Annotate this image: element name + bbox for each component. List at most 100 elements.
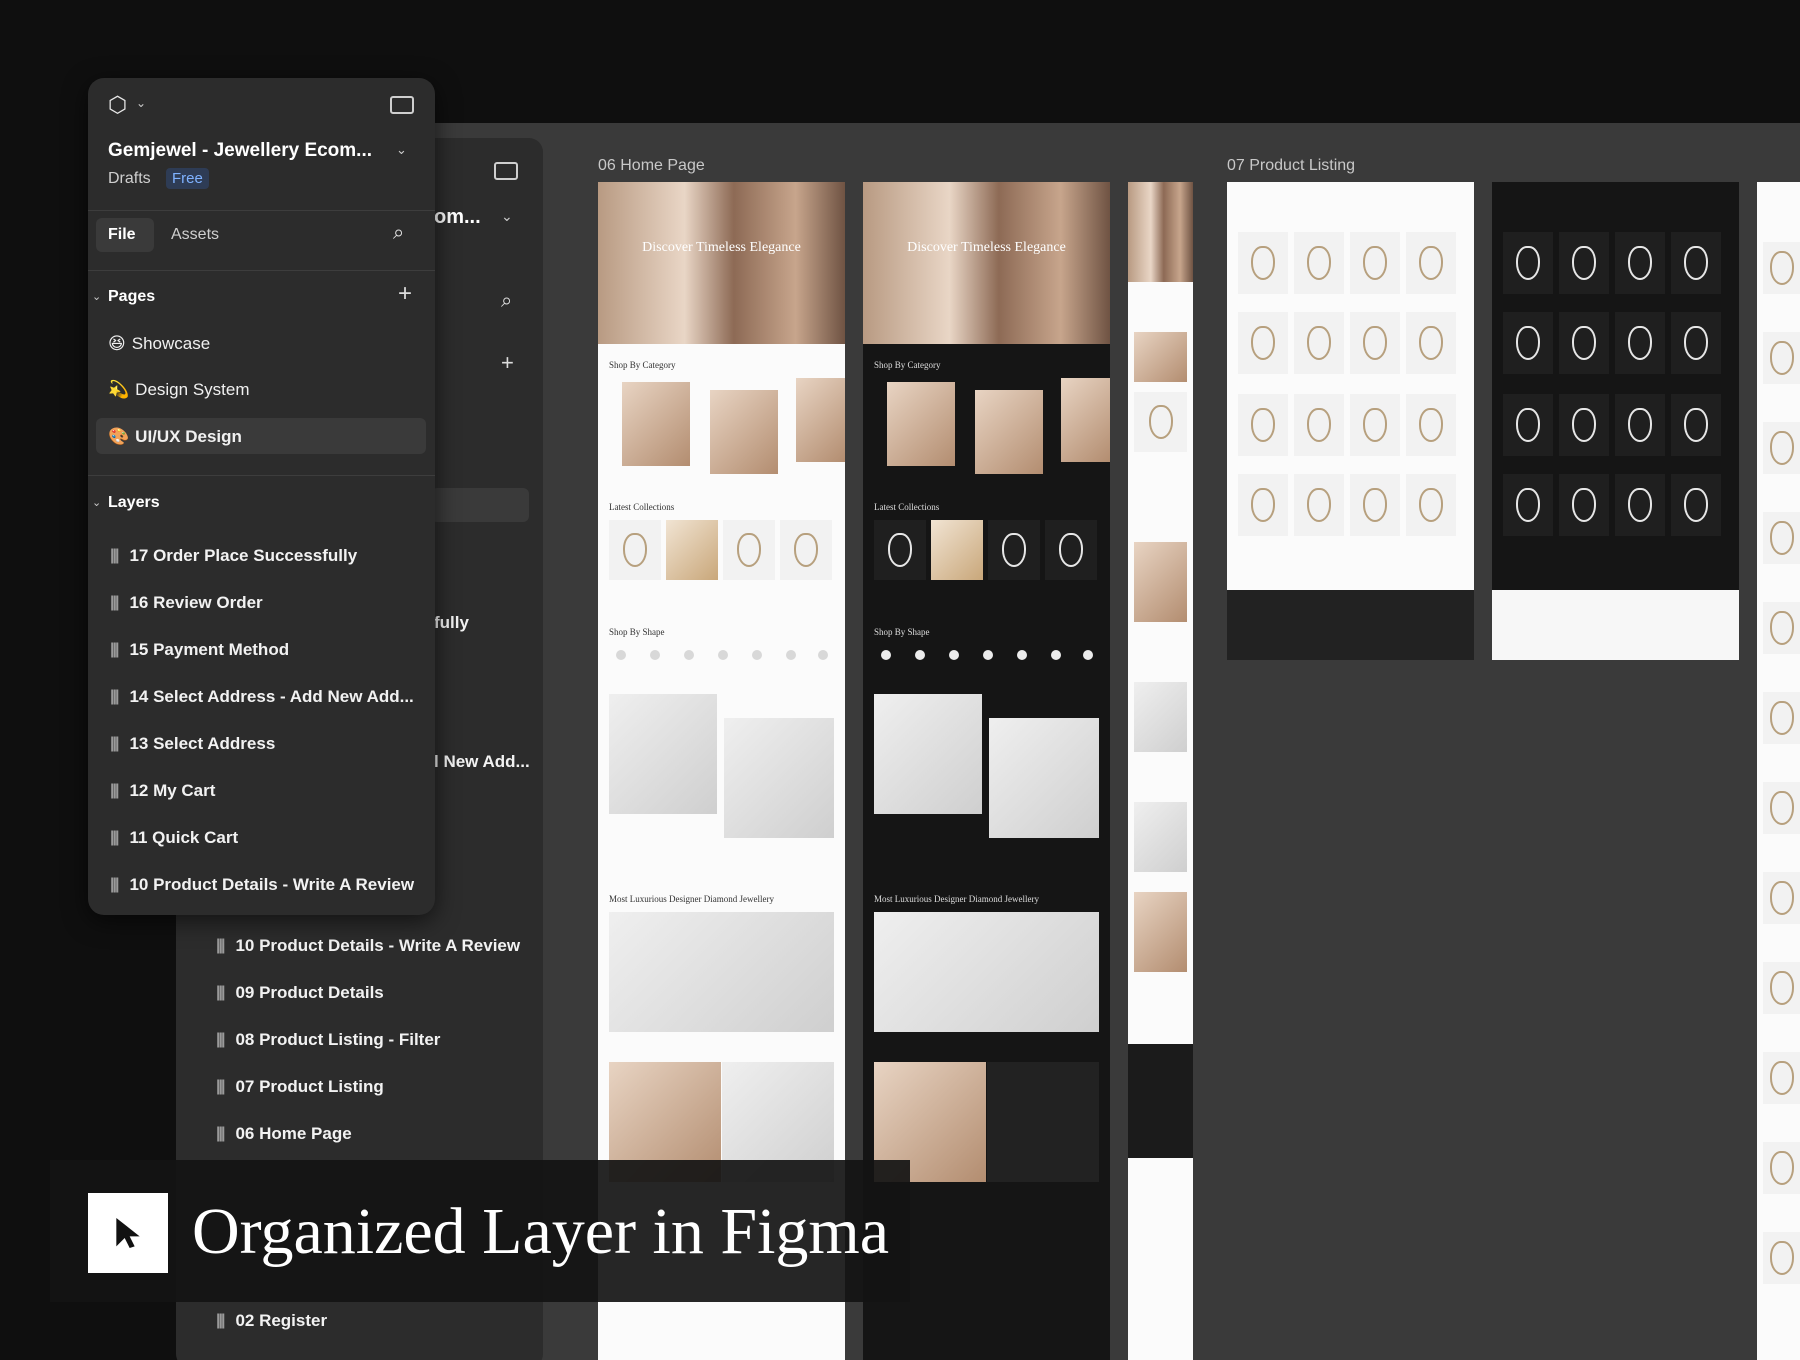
frame-label-home[interactable]: 06 Home Page — [598, 157, 705, 175]
frame-icon: ||| — [110, 876, 120, 893]
frame-icon: ||| — [110, 688, 120, 705]
add-page-icon[interactable]: + — [398, 280, 412, 308]
section-title: Shop By Category — [874, 360, 941, 370]
section-title: Shop By Category — [609, 360, 676, 370]
cursor-arrow-icon — [88, 1193, 168, 1273]
frame-product-listing-dark[interactable] — [1492, 182, 1739, 660]
promo-image — [987, 1062, 1099, 1182]
add-page-icon[interactable]: + — [501, 350, 514, 376]
section-title: Most Luxurious Designer Diamond Jeweller… — [609, 894, 774, 904]
designer-image — [609, 912, 834, 1032]
chevron-down-icon[interactable]: ⌄ — [501, 208, 513, 225]
layer-item[interactable]: ||| 07 Product Listing — [216, 1077, 384, 1097]
frame-icon: ||| — [216, 1125, 226, 1142]
tab-file[interactable]: File — [108, 226, 136, 244]
sidebar-toggle-icon[interactable] — [494, 162, 518, 180]
pages-heading: Pages — [108, 288, 156, 305]
promo-image — [724, 718, 834, 838]
promo-image — [1134, 682, 1187, 752]
plan-badge: Free — [166, 168, 209, 189]
product-card — [780, 520, 832, 580]
product-card — [609, 520, 661, 580]
section-title: Shop By Shape — [609, 627, 665, 637]
footer — [1227, 590, 1474, 660]
layers-heading: Layers — [108, 494, 160, 511]
page-item-design-system[interactable]: 💫 Design System — [108, 380, 250, 400]
section-title: Latest Collections — [609, 502, 675, 512]
promo-image — [1134, 892, 1187, 972]
layer-item[interactable]: ||| 17 Order Place Successfully — [110, 546, 357, 566]
designer-image — [874, 912, 1099, 1032]
figma-logo-icon[interactable]: ⬡ — [108, 92, 127, 118]
hero-image — [598, 182, 845, 344]
category-image — [1134, 332, 1187, 382]
page-item-ui-ux-design[interactable]: 🎨 UI/UX Design — [108, 427, 242, 447]
section-title: Most Luxurious Designer Diamond Jeweller… — [874, 894, 1039, 904]
footer — [1492, 590, 1739, 660]
product-card — [1134, 392, 1187, 452]
product-card — [931, 520, 983, 580]
layer-item[interactable]: ||| 12 My Cart — [110, 781, 215, 801]
frame-icon: ||| — [216, 1312, 226, 1329]
promo-image — [609, 694, 717, 814]
layer-item[interactable]: ||| 02 Register — [216, 1311, 327, 1331]
frame-icon: ||| — [110, 735, 120, 752]
frame-icon: ||| — [110, 782, 120, 799]
layer-item[interactable]: ||| 10 Product Details - Write A Review — [110, 875, 414, 895]
frame-icon: ||| — [216, 1078, 226, 1095]
frame-label-product-listing[interactable]: 07 Product Listing — [1227, 157, 1355, 175]
product-card — [723, 520, 775, 580]
frame-icon: ||| — [110, 829, 120, 846]
file-title-fragment: om... — [434, 206, 481, 228]
frame-icon: ||| — [216, 937, 226, 954]
layer-item[interactable]: ||| 14 Select Address - Add New Add... — [110, 687, 414, 707]
hero-image — [863, 182, 1110, 344]
section-title: Shop By Shape — [874, 627, 930, 637]
frame-icon: ||| — [110, 547, 120, 564]
page-emoji: 💫 — [108, 380, 130, 399]
page-emoji: 😆 — [108, 334, 126, 353]
frame-home-mobile[interactable] — [1128, 182, 1193, 1360]
layer-item[interactable]: ||| 06 Home Page — [216, 1124, 352, 1144]
search-icon[interactable]: ⌕ — [501, 290, 512, 313]
category-image — [887, 382, 955, 466]
frame-icon: ||| — [110, 641, 120, 658]
layer-fragment: fully — [434, 613, 469, 632]
promo-image — [1134, 802, 1187, 872]
caption-text: Organized Layer in Figma — [192, 1195, 890, 1268]
frame-product-listing-light[interactable] — [1227, 182, 1474, 660]
layer-item[interactable]: ||| 16 Review Order — [110, 593, 263, 613]
file-location[interactable]: Drafts — [108, 170, 151, 188]
mobile-benefits-band — [1128, 1044, 1193, 1158]
page-item-showcase[interactable]: 😆 Showcase — [108, 334, 210, 354]
product-card — [874, 520, 926, 580]
chevron-down-icon[interactable]: ⌄ — [92, 496, 101, 509]
chevron-down-icon[interactable]: ⌄ — [396, 142, 407, 158]
section-title: Latest Collections — [874, 502, 940, 512]
file-title[interactable]: Gemjewel - Jewellery Ecom... — [108, 140, 372, 162]
layer-item[interactable]: ||| 08 Product Listing - Filter — [216, 1030, 440, 1050]
category-image — [710, 390, 778, 474]
selected-page-highlight — [431, 488, 529, 522]
product-card — [988, 520, 1040, 580]
chevron-down-icon[interactable]: ⌄ — [92, 290, 101, 303]
tab-assets[interactable]: Assets — [171, 226, 219, 244]
product-card — [1045, 520, 1097, 580]
category-image — [1061, 378, 1110, 462]
layer-fragment: l New Add... — [434, 752, 530, 771]
frame-icon: ||| — [216, 984, 226, 1001]
search-icon[interactable]: ⌕ — [393, 222, 404, 245]
hero-image — [1128, 182, 1193, 282]
layer-item[interactable]: ||| 15 Payment Method — [110, 640, 289, 660]
sidebar-toggle-icon[interactable] — [390, 96, 414, 114]
layer-item[interactable]: ||| 11 Quick Cart — [110, 828, 238, 848]
layer-item[interactable]: ||| 09 Product Details — [216, 983, 384, 1003]
layers-panel: ⬡ ⌄ Gemjewel - Jewellery Ecom... ⌄ Draft… — [88, 78, 435, 915]
caption-banner: Organized Layer in Figma — [50, 1160, 910, 1302]
frame-icon: ||| — [216, 1031, 226, 1048]
page-emoji: 🎨 — [108, 427, 130, 446]
chevron-down-icon[interactable]: ⌄ — [136, 96, 146, 110]
layer-item[interactable]: ||| 10 Product Details - Write A Review — [216, 936, 520, 956]
frame-product-listing-mobile[interactable] — [1757, 182, 1800, 1360]
layer-item[interactable]: ||| 13 Select Address — [110, 734, 275, 754]
